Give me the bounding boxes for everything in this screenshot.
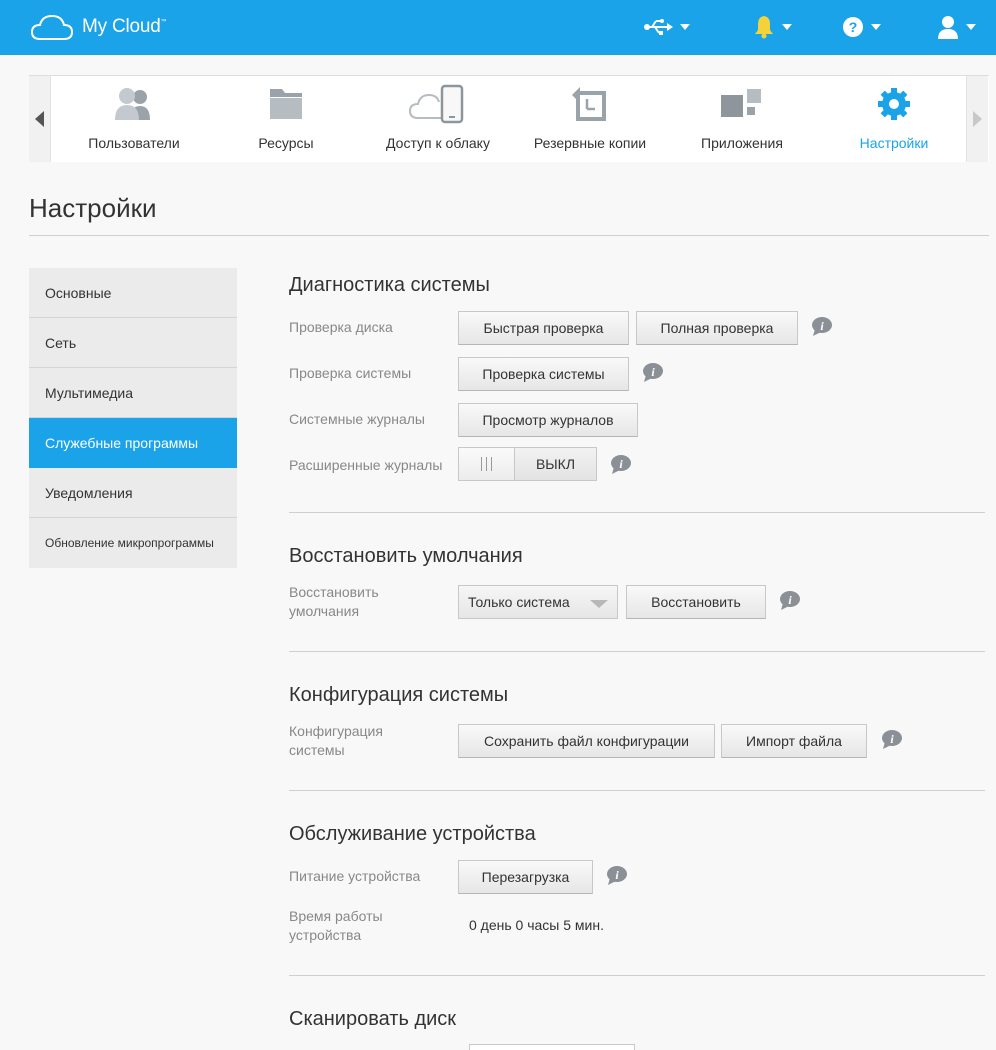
cloud-device-icon (408, 84, 464, 124)
toggle-state: ВЫКЛ (515, 448, 596, 480)
nav-label: Резервные копии (533, 135, 647, 151)
divider (29, 235, 989, 236)
info-icon[interactable]: i (610, 455, 632, 474)
nav-item-backups[interactable]: Резервные копии (514, 76, 666, 162)
view-logs-button[interactable]: Просмотр журналов (458, 403, 638, 437)
sidebar-item-media[interactable]: Мультимедиа (29, 368, 237, 418)
save-config-button[interactable]: Сохранить файл конфигурации (458, 724, 715, 758)
page-title: Настройки (29, 193, 157, 223)
user-icon (938, 16, 958, 39)
help-menu[interactable]: ? (842, 10, 881, 44)
divider (289, 512, 985, 513)
section-title-scan-disk: Сканировать диск (289, 1008, 457, 1030)
section-title-restore: Восстановить умолчания (289, 545, 523, 567)
chevron-down-icon (680, 24, 690, 30)
system-check-label: Проверка системы (289, 365, 412, 381)
section-title-config: Конфигурация системы (289, 684, 509, 706)
divider (289, 651, 985, 652)
chevron-down-icon (966, 24, 976, 30)
user-menu[interactable] (937, 10, 976, 44)
config-label: Конфигурация системы (289, 723, 383, 758)
info-icon[interactable]: i (881, 730, 903, 749)
chevron-down-icon (871, 24, 881, 30)
reboot-button[interactable]: Перезагрузка (458, 860, 593, 894)
section-title-diagnostics: Диагностика системы (289, 274, 490, 296)
scan-disk-control[interactable] (469, 1044, 635, 1050)
nav-item-shares[interactable]: Ресурсы (210, 76, 362, 162)
device-uptime-label: Время работы устройства (289, 908, 383, 943)
usb-icon (644, 19, 673, 35)
disk-check-label: Проверка диска (289, 319, 393, 335)
quick-check-button[interactable]: Быстрая проверка (458, 311, 629, 345)
system-logs-label: Системные журналы (289, 411, 425, 427)
nav-label: Ресурсы (258, 135, 314, 151)
toggle-handle[interactable] (459, 448, 515, 480)
divider (289, 975, 985, 976)
nav-scroll-left[interactable] (29, 76, 51, 162)
nav-item-apps[interactable]: Приложения (666, 76, 818, 162)
sidebar-item-firmware-update[interactable]: Обновление микропрограммы (29, 518, 237, 568)
nav-item-cloud-access[interactable]: Доступ к облаку (362, 76, 514, 162)
nav-scroll-right[interactable] (966, 76, 988, 162)
chevron-down-icon (590, 600, 608, 608)
nav-item-users[interactable]: Пользователи (58, 76, 210, 162)
logo[interactable]: My Cloud™ (30, 12, 167, 42)
settings-sidebar: Основные Сеть Мультимедиа Служебные прог… (29, 268, 237, 568)
restore-button[interactable]: Восстановить (626, 585, 766, 619)
section-title-maintenance: Обслуживание устройства (289, 823, 536, 845)
full-check-button[interactable]: Полная проверка (636, 311, 798, 345)
device-power-label: Питание устройства (289, 868, 421, 884)
logo-text: My Cloud™ (82, 16, 167, 37)
users-icon (115, 88, 150, 120)
nav-item-settings[interactable]: Настройки (818, 76, 970, 162)
notifications-menu[interactable] (753, 10, 792, 44)
sidebar-item-network[interactable]: Сеть (29, 318, 237, 368)
divider (289, 790, 985, 791)
sidebar-item-notifications[interactable]: Уведомления (29, 468, 237, 518)
nav-label: Доступ к облаку (386, 135, 490, 151)
nav-label: Пользователи (88, 135, 180, 151)
import-file-button[interactable]: Импорт файла (721, 724, 867, 758)
extended-logs-label: Расширенные журналы (289, 457, 443, 473)
device-uptime-value: 0 день 0 часы 5 мин. (469, 917, 604, 933)
info-icon[interactable]: i (642, 363, 664, 382)
arrow-left-icon (35, 111, 44, 127)
help-icon: ? (843, 17, 863, 37)
restore-type-select[interactable]: Только система (458, 585, 618, 619)
cloud-logo-icon (30, 14, 74, 40)
apps-icon (721, 89, 761, 117)
folder-icon (270, 89, 302, 119)
extended-logs-toggle[interactable]: ВЫКЛ (458, 447, 597, 481)
top-bar: My Cloud™ ? (0, 0, 996, 55)
info-icon[interactable]: i (606, 866, 628, 885)
backup-icon (572, 87, 606, 121)
settings-gear-icon (878, 88, 910, 120)
restore-defaults-label: Восстановить умолчания (289, 584, 379, 619)
sidebar-item-general[interactable]: Основные (29, 268, 237, 318)
system-check-button[interactable]: Проверка системы (458, 357, 629, 391)
bell-icon (755, 16, 773, 39)
svg-text:?: ? (849, 19, 858, 35)
info-icon[interactable]: i (811, 317, 833, 336)
main-nav: Пользователи Ресурсы Доступ к облаку Рез… (29, 75, 989, 162)
arrow-right-icon (973, 111, 982, 127)
chevron-down-icon (782, 24, 792, 30)
nav-label: Приложения (701, 135, 783, 151)
restore-type-value: Только система (468, 594, 570, 610)
nav-label: Настройки (859, 135, 929, 151)
usb-menu[interactable] (643, 10, 690, 44)
info-icon[interactable]: i (779, 591, 801, 610)
sidebar-item-utilities[interactable]: Служебные программы (29, 418, 237, 468)
